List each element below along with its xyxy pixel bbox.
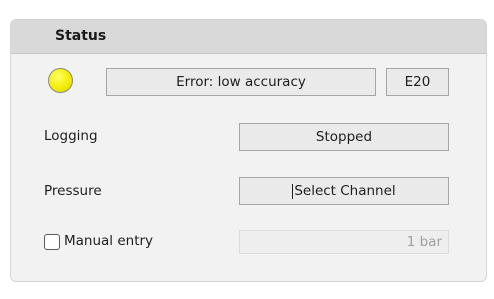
manual-entry-label[interactable]: Manual entry bbox=[64, 233, 153, 249]
text-cursor bbox=[292, 183, 294, 199]
logging-label: Logging bbox=[44, 128, 98, 144]
manual-entry-checkbox[interactable] bbox=[44, 234, 60, 250]
panel-header: Status bbox=[11, 20, 486, 54]
status-message: Error: low accuracy bbox=[106, 68, 376, 96]
manual-entry-input: 1 bar bbox=[239, 230, 449, 254]
status-led-icon bbox=[48, 68, 73, 93]
panel-title: Status bbox=[55, 28, 107, 44]
pressure-label: Pressure bbox=[44, 183, 102, 199]
error-code: E20 bbox=[386, 68, 449, 96]
select-channel-label: Select Channel bbox=[294, 183, 396, 199]
logging-status: Stopped bbox=[239, 123, 449, 151]
select-channel-button[interactable]: Select Channel bbox=[239, 177, 449, 205]
